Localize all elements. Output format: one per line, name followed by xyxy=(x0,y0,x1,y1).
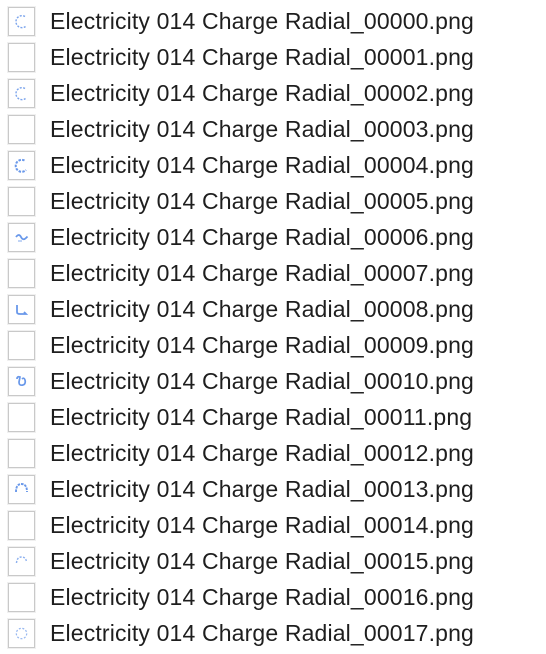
file-thumbnail-icon[interactable] xyxy=(8,6,35,36)
preview-glyph-icon xyxy=(15,233,29,242)
file-thumbnail-icon[interactable] xyxy=(8,42,35,72)
file-thumbnail-icon[interactable] xyxy=(8,258,35,288)
file-row[interactable]: Electricity 014 Charge Radial_00000.png xyxy=(0,3,546,39)
file-name[interactable]: Electricity 014 Charge Radial_00009.png xyxy=(50,333,474,357)
file-row[interactable]: Electricity 014 Charge Radial_00015.png xyxy=(0,543,546,579)
preview-glyph-icon xyxy=(15,14,26,28)
file-name[interactable]: Electricity 014 Charge Radial_00011.png xyxy=(50,405,472,429)
file-name[interactable]: Electricity 014 Charge Radial_00003.png xyxy=(50,117,474,141)
file-row[interactable]: Electricity 014 Charge Radial_00006.png xyxy=(0,219,546,255)
file-row[interactable]: Electricity 014 Charge Radial_00008.png xyxy=(0,291,546,327)
preview-glyph-icon xyxy=(15,86,26,100)
file-thumbnail-icon[interactable] xyxy=(8,438,35,468)
file-name[interactable]: Electricity 014 Charge Radial_00015.png xyxy=(50,549,474,573)
file-row[interactable]: Electricity 014 Charge Radial_00003.png xyxy=(0,111,546,147)
preview-glyph-icon xyxy=(16,304,29,315)
file-thumbnail-icon[interactable] xyxy=(8,402,35,432)
file-name[interactable]: Electricity 014 Charge Radial_00012.png xyxy=(50,441,474,465)
file-name[interactable]: Electricity 014 Charge Radial_00002.png xyxy=(50,81,474,105)
file-name[interactable]: Electricity 014 Charge Radial_00000.png xyxy=(50,9,474,33)
preview-glyph-icon xyxy=(15,627,28,639)
file-row[interactable]: Electricity 014 Charge Radial_00013.png xyxy=(0,471,546,507)
preview-glyph-icon xyxy=(15,555,28,563)
file-row[interactable]: Electricity 014 Charge Radial_00012.png xyxy=(0,435,546,471)
file-row[interactable]: Electricity 014 Charge Radial_00016.png xyxy=(0,579,546,615)
file-thumbnail-icon[interactable] xyxy=(8,582,35,612)
file-name[interactable]: Electricity 014 Charge Radial_00014.png xyxy=(50,513,474,537)
file-row[interactable]: Electricity 014 Charge Radial_00007.png xyxy=(0,255,546,291)
file-name[interactable]: Electricity 014 Charge Radial_00013.png xyxy=(50,477,474,501)
file-name[interactable]: Electricity 014 Charge Radial_00017.png xyxy=(50,621,474,645)
file-thumbnail-icon[interactable] xyxy=(8,150,35,180)
file-thumbnail-icon[interactable] xyxy=(8,78,35,108)
file-row[interactable]: Electricity 014 Charge Radial_00011.png xyxy=(0,399,546,435)
file-name[interactable]: Electricity 014 Charge Radial_00016.png xyxy=(50,585,474,609)
file-thumbnail-icon[interactable] xyxy=(8,546,35,576)
file-thumbnail-icon[interactable] xyxy=(8,474,35,504)
file-row[interactable]: Electricity 014 Charge Radial_00010.png xyxy=(0,363,546,399)
file-row[interactable]: Electricity 014 Charge Radial_00004.png xyxy=(0,147,546,183)
file-name[interactable]: Electricity 014 Charge Radial_00005.png xyxy=(50,189,474,213)
file-name[interactable]: Electricity 014 Charge Radial_00004.png xyxy=(50,153,474,177)
file-row[interactable]: Electricity 014 Charge Radial_00005.png xyxy=(0,183,546,219)
preview-glyph-icon xyxy=(14,158,27,173)
file-thumbnail-icon[interactable] xyxy=(8,366,35,396)
file-thumbnail-icon[interactable] xyxy=(8,114,35,144)
file-thumbnail-icon[interactable] xyxy=(8,330,35,360)
file-thumbnail-icon[interactable] xyxy=(8,294,35,324)
file-row[interactable]: Electricity 014 Charge Radial_00014.png xyxy=(0,507,546,543)
preview-glyph-icon xyxy=(15,482,28,492)
file-row[interactable]: Electricity 014 Charge Radial_00017.png xyxy=(0,615,546,651)
file-name[interactable]: Electricity 014 Charge Radial_00008.png xyxy=(50,297,474,321)
file-name[interactable]: Electricity 014 Charge Radial_00006.png xyxy=(50,225,474,249)
file-row[interactable]: Electricity 014 Charge Radial_00002.png xyxy=(0,75,546,111)
file-thumbnail-icon[interactable] xyxy=(8,186,35,216)
file-row[interactable]: Electricity 014 Charge Radial_00001.png xyxy=(0,39,546,75)
file-thumbnail-icon[interactable] xyxy=(8,510,35,540)
file-thumbnail-icon[interactable] xyxy=(8,618,35,648)
file-name[interactable]: Electricity 014 Charge Radial_00010.png xyxy=(50,369,474,393)
file-name[interactable]: Electricity 014 Charge Radial_00001.png xyxy=(50,45,474,69)
file-thumbnail-icon[interactable] xyxy=(8,222,35,252)
file-list: Electricity 014 Charge Radial_00000.png E… xyxy=(0,0,546,651)
file-name[interactable]: Electricity 014 Charge Radial_00007.png xyxy=(50,261,474,285)
preview-glyph-icon xyxy=(16,375,27,386)
file-row[interactable]: Electricity 014 Charge Radial_00009.png xyxy=(0,327,546,363)
